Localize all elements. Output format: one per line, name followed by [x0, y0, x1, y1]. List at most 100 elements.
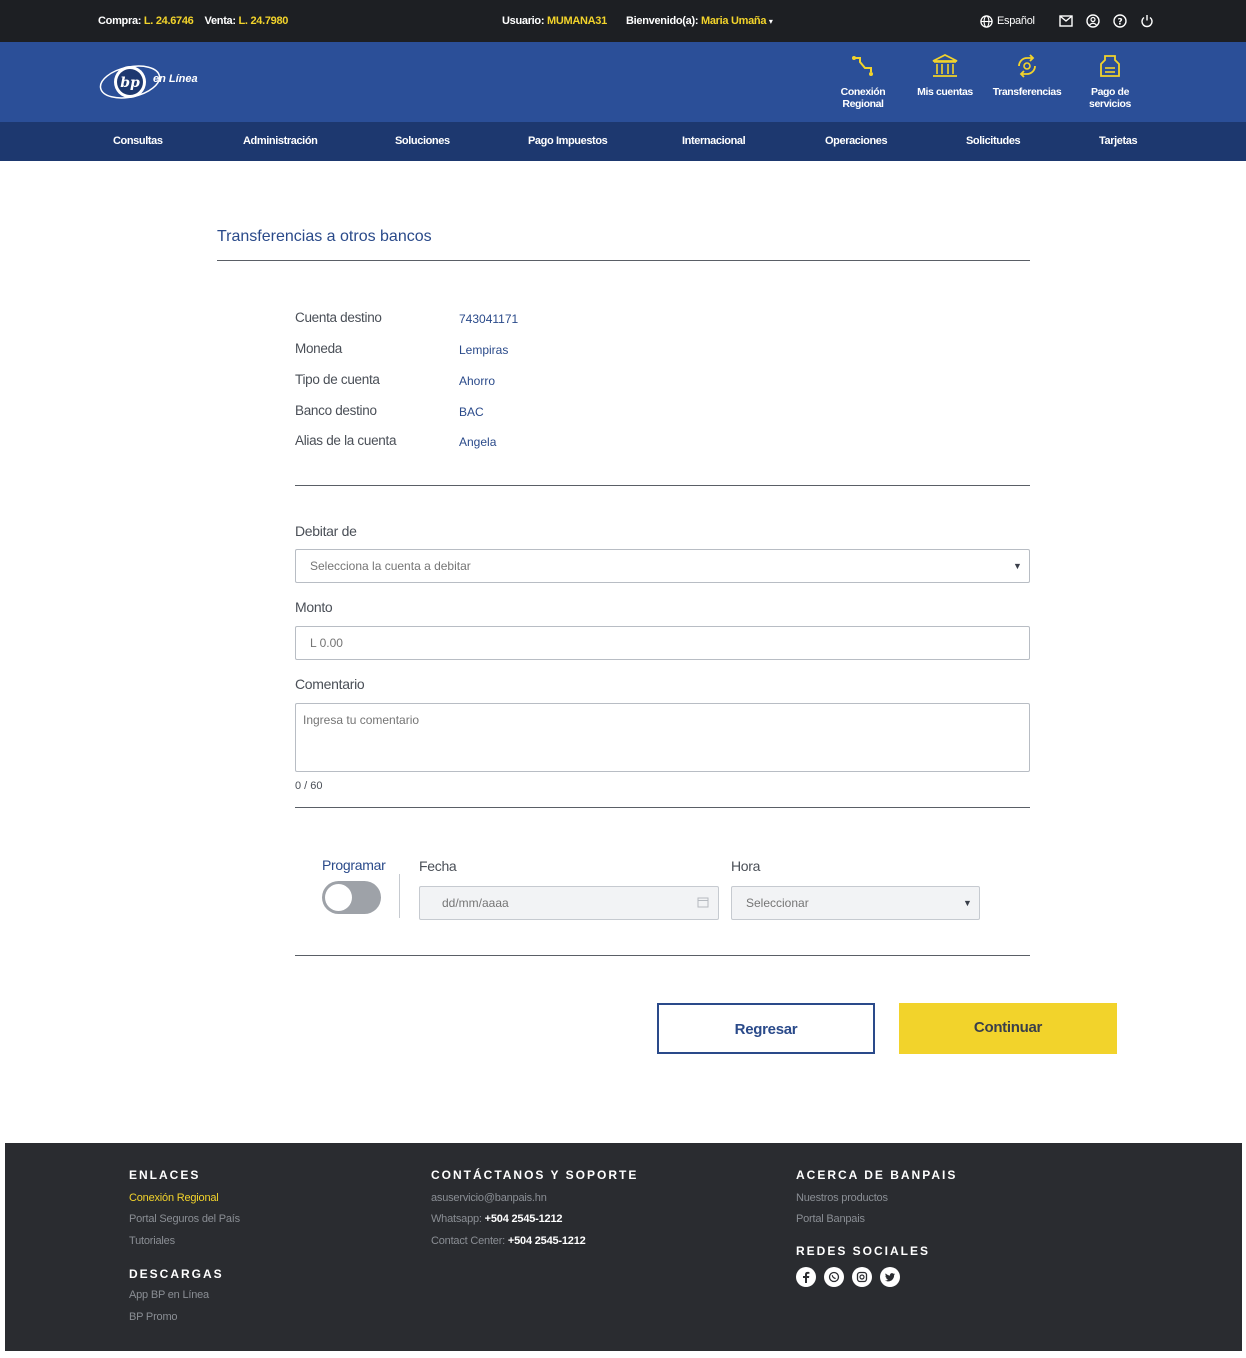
debitar-label: Debitar de	[295, 523, 357, 539]
acerca-title: ACERCA DE BANPAIS	[796, 1168, 958, 1182]
quick-link-pago-servicios[interactable]: Pago de servicios	[1070, 52, 1150, 110]
nav-tarjetas[interactable]: Tarjetas	[1099, 135, 1138, 147]
detail-label: Banco destino	[295, 403, 377, 418]
quick-link-conexion[interactable]: Conexión Regional	[823, 52, 903, 110]
usuario-label: Usuario:	[502, 15, 545, 27]
detail-value: Angela	[459, 435, 497, 449]
quick-link-label: servicios	[1089, 98, 1131, 110]
page-title: Transferencias a otros bancos	[217, 228, 432, 245]
main-nav: Consultas Administración Soluciones Pago…	[0, 122, 1246, 161]
nav-administracion[interactable]: Administración	[243, 135, 318, 147]
calendar-icon	[697, 895, 709, 913]
language-selector[interactable]: Español	[980, 14, 1035, 28]
main-header: bp en Línea Conexión Regional Mis cuenta…	[0, 42, 1246, 122]
bank-icon	[932, 53, 958, 77]
footer-link-promo[interactable]: BP Promo	[129, 1311, 178, 1323]
globe-icon	[980, 14, 993, 28]
help-icon[interactable]: ?	[1112, 13, 1128, 29]
topbar-actions: Español ?	[980, 13, 1155, 29]
whatsapp-label: Whatsapp:	[431, 1213, 482, 1225]
detail-value: BAC	[459, 405, 484, 419]
comentario-textarea[interactable]	[295, 703, 1030, 772]
chevron-down-icon: ▼	[1013, 561, 1022, 571]
monto-label: Monto	[295, 599, 333, 615]
facebook-icon[interactable]	[796, 1267, 816, 1287]
footer-link-productos[interactable]: Nuestros productos	[796, 1192, 888, 1204]
top-bar: Compra: L. 24.6746 Venta: L. 24.7980 Usu…	[0, 0, 1246, 42]
svg-text:?: ?	[1117, 18, 1122, 28]
whatsapp-icon[interactable]	[824, 1267, 844, 1287]
programar-toggle[interactable]	[322, 881, 381, 914]
twitter-icon[interactable]	[880, 1267, 900, 1287]
enlaces-title: ENLACES	[129, 1168, 201, 1182]
transfer-icon	[1018, 54, 1036, 78]
fecha-input[interactable]	[419, 886, 719, 920]
venta-value: L. 24.7980	[238, 15, 289, 27]
usuario-value: MUMANA31	[546, 15, 607, 27]
hora-select[interactable]	[731, 886, 980, 920]
comentario-label: Comentario	[295, 676, 365, 692]
bp-logo[interactable]: bp en Línea	[98, 58, 198, 106]
detail-label: Moneda	[295, 341, 342, 356]
detail-value: 743041171	[459, 312, 519, 326]
power-icon[interactable]	[1139, 13, 1155, 29]
footer-link-portal[interactable]: Portal Banpais	[796, 1213, 865, 1225]
footer-whatsapp[interactable]: Whatsapp: +504 2545-1212	[431, 1213, 562, 1225]
compra-label: Compra:	[98, 15, 142, 27]
welcome-menu[interactable]: Bienvenido(a): Maria Umaña ▾	[626, 15, 773, 27]
divider	[295, 955, 1030, 956]
detail-label: Tipo de cuenta	[295, 372, 380, 387]
character-counter: 0 / 60	[295, 780, 323, 792]
detail-label: Alias de la cuenta	[295, 433, 397, 448]
quick-link-label: Regional	[842, 98, 884, 110]
exchange-rates: Compra: L. 24.6746 Venta: L. 24.7980	[98, 15, 288, 27]
monto-input[interactable]	[295, 626, 1030, 660]
quick-link-label: Conexión	[840, 86, 886, 98]
debitar-select[interactable]	[295, 549, 1030, 583]
user-info: Usuario: MUMANA31	[502, 15, 607, 27]
contact-value: +504 2545-1212	[507, 1235, 586, 1247]
nav-internacional[interactable]: Internacional	[682, 135, 746, 147]
whatsapp-value: +504 2545-1212	[484, 1213, 563, 1225]
footer-email[interactable]: asuservicio@banpais.hn	[431, 1192, 547, 1204]
user-icon[interactable]	[1085, 13, 1101, 29]
nav-solicitudes[interactable]: Solicitudes	[966, 135, 1021, 147]
quick-link-label: Transferencias	[992, 86, 1062, 98]
bill-icon	[1100, 55, 1120, 77]
quick-link-transferencias[interactable]: Transferencias	[987, 52, 1067, 98]
language-label: Español	[997, 15, 1035, 27]
footer-link-seguros[interactable]: Portal Seguros del País	[129, 1213, 240, 1225]
footer-link-app[interactable]: App BP en Línea	[129, 1289, 209, 1301]
divider	[295, 485, 1030, 486]
venta-label: Venta:	[204, 15, 237, 27]
bienvenido-label: Bienvenido(a):	[626, 15, 699, 27]
detail-value: Ahorro	[459, 374, 496, 388]
chevron-down-icon: ▾	[768, 17, 773, 26]
quick-link-mis-cuentas[interactable]: Mis cuentas	[905, 52, 985, 98]
redes-title: REDES SOCIALES	[796, 1244, 931, 1258]
svg-text:bp: bp	[120, 75, 140, 91]
divider	[295, 807, 1030, 808]
regresar-button[interactable]: Regresar	[657, 1003, 875, 1054]
nav-consultas[interactable]: Consultas	[113, 135, 163, 147]
compra-value: L. 24.6746	[143, 15, 194, 27]
social-links	[796, 1267, 900, 1287]
continuar-button[interactable]: Continuar	[899, 1003, 1117, 1054]
footer-contact-center[interactable]: Contact Center: +504 2545-1212	[431, 1235, 586, 1247]
logo-text: en Línea	[153, 73, 198, 85]
nav-operaciones[interactable]: Operaciones	[825, 135, 888, 147]
contact-label: Contact Center:	[431, 1235, 506, 1247]
footer-link-tutoriales[interactable]: Tutoriales	[129, 1235, 175, 1247]
nav-pago-impuestos[interactable]: Pago Impuestos	[528, 135, 608, 147]
detail-label: Cuenta destino	[295, 310, 382, 325]
vertical-divider	[399, 874, 400, 918]
toggle-knob	[325, 884, 352, 911]
nav-soluciones[interactable]: Soluciones	[395, 135, 450, 147]
mail-icon[interactable]	[1058, 13, 1074, 29]
programar-label: Programar	[322, 857, 386, 873]
instagram-icon[interactable]	[852, 1267, 872, 1287]
footer-link-conexion[interactable]: Conexión Regional	[129, 1192, 219, 1204]
connection-icon	[852, 56, 873, 76]
quick-link-label: Pago de	[1090, 86, 1130, 98]
detail-value: Lempiras	[459, 343, 509, 357]
